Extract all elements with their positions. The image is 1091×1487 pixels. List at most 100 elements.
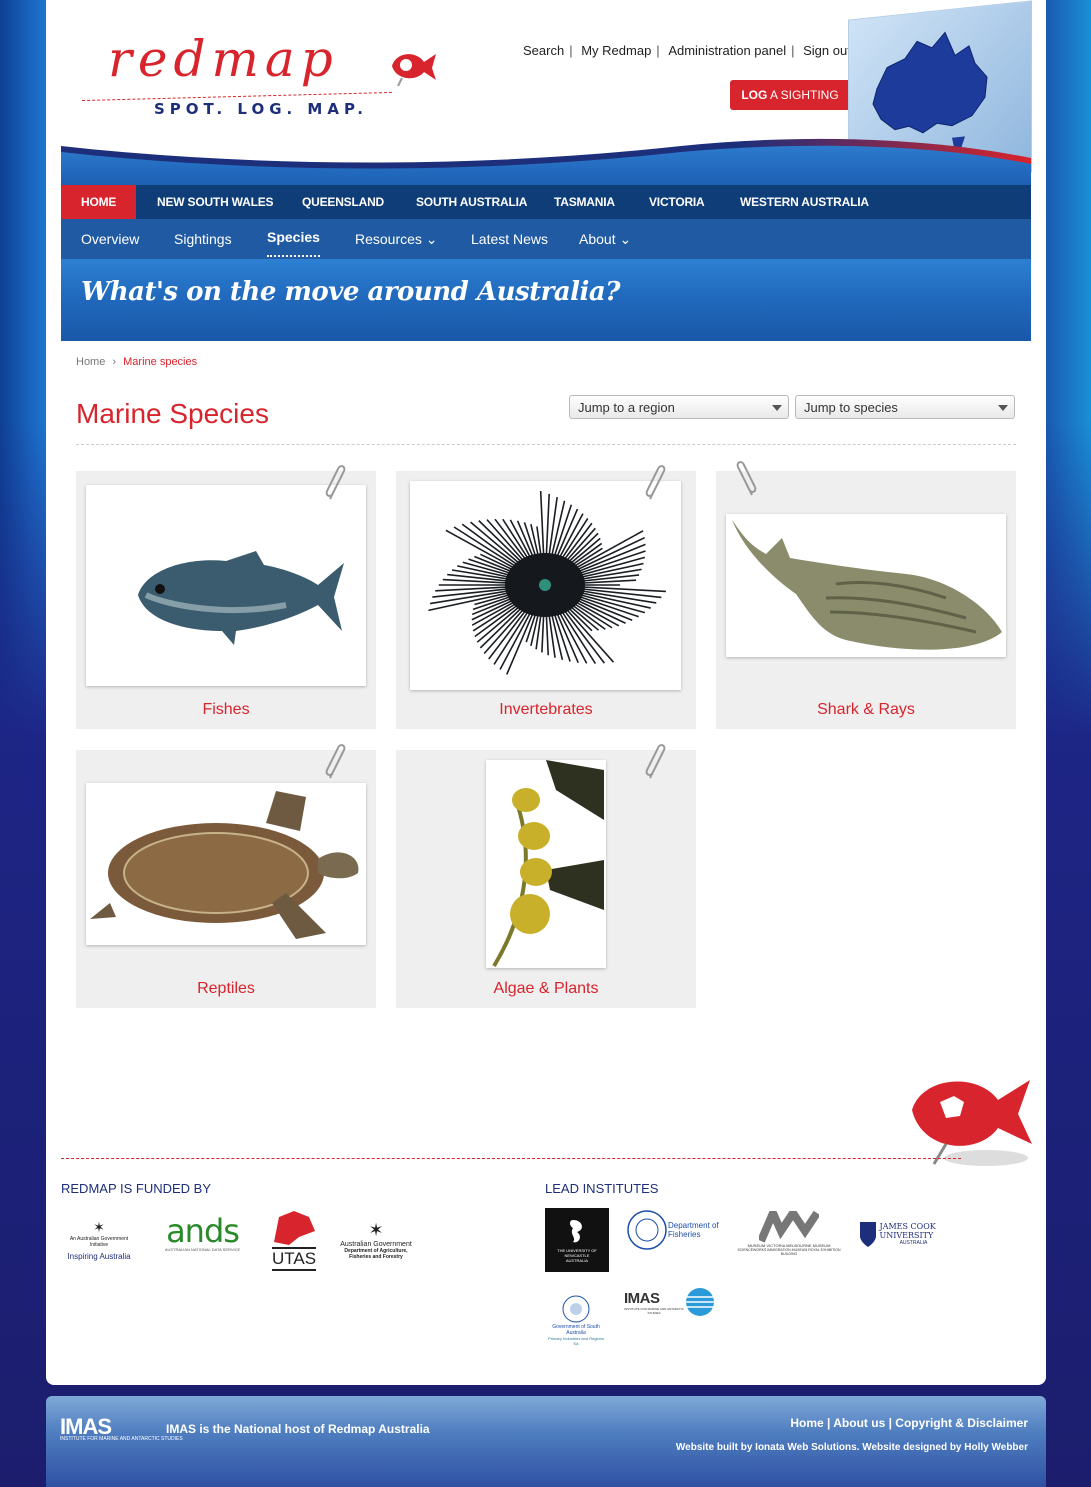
category-label: Algae & Plants <box>493 980 599 997</box>
kelp-image <box>486 760 606 968</box>
institute-logo-museum-victoria[interactable]: MUSEUM VICTORIA MELBOURNE MUSEUM SCIENCE… <box>736 1208 842 1258</box>
page-title: Marine Species <box>76 398 269 429</box>
footer-credits: Website built by Ionata Web Solutions. W… <box>675 1442 1028 1453</box>
funder-name: Australian Government <box>340 1241 412 1248</box>
footer-links: Home | About us | Copyright & Disclaimer <box>790 1416 1028 1430</box>
category-label: Shark & Rays <box>817 701 915 718</box>
funder-logo-inspiring-australia[interactable]: ✶ An Australian Government Initiative In… <box>61 1210 137 1270</box>
category-card-fishes[interactable]: Fishes <box>76 465 376 729</box>
paperclip-icon <box>325 744 346 779</box>
footer-divider <box>61 1158 961 1159</box>
region-select[interactable]: Jump to a region <box>569 395 789 419</box>
log-sighting-button[interactable]: LOG A SIGHTING <box>730 80 850 110</box>
breadcrumb-separator: › <box>112 356 117 368</box>
jcu-shield-icon <box>859 1222 876 1247</box>
institute-name: IMAS <box>624 1289 660 1307</box>
log-sighting-bold: LOG <box>741 88 768 102</box>
institute-logo-fisheries[interactable]: Department of Fisheries <box>622 1208 728 1252</box>
museum-victoria-icon <box>759 1210 819 1243</box>
institute-name: JAMES COOK UNIVERSITY <box>879 1222 936 1240</box>
species-select[interactable]: Jump to species <box>795 395 1015 419</box>
footer-host-text: IMAS is the National host of Redmap Aust… <box>166 1422 430 1436</box>
footer-copyright-link[interactable]: Copyright & Disclaimer <box>895 1416 1028 1430</box>
category-card-algae-plants[interactable]: Algae & Plants <box>396 744 696 1008</box>
top-links: Search | My Redmap | Administration panel |… <box>518 43 856 58</box>
chevron-down-icon <box>772 405 782 411</box>
category-card-invertebrates[interactable]: Invertebrates <box>396 465 696 729</box>
nav-latest-news[interactable]: Latest News <box>471 219 548 259</box>
fish-image <box>86 485 366 686</box>
sea-urchin-image <box>410 481 681 690</box>
breadcrumb-home[interactable]: Home <box>76 356 105 368</box>
imas-globe-icon <box>686 1288 714 1316</box>
category-label: Invertebrates <box>499 701 593 718</box>
funder-sub: AUSTRALIAN NATIONAL DATA SERVICE <box>164 1246 241 1252</box>
institute-logo-imas[interactable]: IMAS INSTITUTE FOR MARINE AND ANTARCTIC … <box>620 1286 720 1318</box>
divider <box>76 444 1016 445</box>
paperclip-icon <box>736 461 757 496</box>
admin-panel-link[interactable]: Administration panel <box>663 43 791 58</box>
institute-sub: AUSTRALIA <box>565 1257 589 1263</box>
funder-logo-australian-government[interactable]: ✶ Australian Government Department of Ag… <box>336 1210 416 1270</box>
institute-logo-pirsa[interactable]: Government of South Australia Primary In… <box>545 1286 607 1354</box>
seal-icon <box>627 1210 667 1250</box>
header-wave <box>61 138 1031 186</box>
redmap-logo[interactable]: redmap SPOT. LOG. MAP. <box>80 30 440 126</box>
banner: What's on the move around Australia? <box>61 259 1031 341</box>
seahorse-icon <box>570 1219 582 1242</box>
institute-sub: AUSTRALIA <box>899 1240 928 1246</box>
funder-name: UTAS <box>271 1247 317 1271</box>
ray-image <box>726 514 1006 657</box>
nav-species[interactable]: Species <box>267 219 320 257</box>
fish-pin-icon <box>392 54 436 86</box>
institute-sub: SCIENCEWORKS IMMIGRATION MUSEUM ROYAL EX… <box>737 1247 841 1256</box>
logo-tagline: SPOT. LOG. MAP. <box>154 100 368 118</box>
nav-south-australia[interactable]: SOUTH AUSTRALIA <box>416 185 527 219</box>
lion-icon <box>274 1211 315 1245</box>
category-card-reptiles[interactable]: Reptiles <box>76 744 376 1008</box>
secondary-nav: Overview Sightings Species Resources ⌄ L… <box>61 219 1031 259</box>
institute-name: Department of Fisheries <box>668 1221 719 1239</box>
nav-overview[interactable]: Overview <box>81 219 139 259</box>
funder-sub: Inspiring Australia <box>67 1252 131 1261</box>
paperclip-icon <box>645 744 666 779</box>
nav-victoria[interactable]: VICTORIA <box>649 185 705 219</box>
footer-about-link[interactable]: About us <box>833 1416 885 1430</box>
footer-home-link[interactable]: Home <box>790 1416 823 1430</box>
nav-new-south-wales[interactable]: NEW SOUTH WALES <box>157 185 274 219</box>
nav-home[interactable]: HOME <box>61 185 137 219</box>
nav-sightings[interactable]: Sightings <box>174 219 232 259</box>
nav-about[interactable]: About ⌄ <box>579 219 631 259</box>
my-redmap-link[interactable]: My Redmap <box>576 43 656 58</box>
category-label: Fishes <box>202 701 250 718</box>
paperclip-icon <box>325 465 346 500</box>
banner-text: What's on the move around Australia? <box>81 277 621 307</box>
nav-western-australia[interactable]: WESTERN AUSTRALIA <box>740 185 869 219</box>
nav-tasmania[interactable]: TASMANIA <box>554 185 615 219</box>
funders-heading: REDMAP IS FUNDED BY <box>61 1181 212 1196</box>
crest-icon: ✶ <box>368 1220 384 1240</box>
chevron-down-icon <box>998 405 1008 411</box>
region-select-value: Jump to a region <box>578 400 675 415</box>
crest-icon: ✶ <box>93 1219 105 1235</box>
primary-nav: HOME NEW SOUTH WALES QUEENSLAND SOUTH AU… <box>61 185 1031 219</box>
paperclip-icon <box>645 465 666 500</box>
logo-wordmark: redmap <box>108 30 339 88</box>
category-card-shark-rays[interactable]: Shark & Rays <box>716 461 1016 729</box>
separator: | <box>569 43 573 58</box>
institute-sub: Primary Industries and Regions SA <box>548 1336 604 1346</box>
separator: | <box>656 43 660 58</box>
institute-logo-jcu[interactable]: JAMES COOK UNIVERSITY AUSTRALIA <box>858 1212 948 1256</box>
breadcrumb: Home › Marine species <box>76 356 197 368</box>
search-link[interactable]: Search <box>518 43 569 58</box>
nav-queensland[interactable]: QUEENSLAND <box>302 185 384 219</box>
fish-pin-icon <box>912 1080 1032 1166</box>
breadcrumb-current: Marine species <box>123 356 198 368</box>
site-footer: IMAS INSTITUTE FOR MARINE AND ANTARCTIC … <box>46 1396 1046 1487</box>
institute-logo-newcastle[interactable]: THE UNIVERSITY OF NEWCASTLE AUSTRALIA <box>545 1208 609 1272</box>
funder-logo-utas[interactable]: UTAS <box>266 1206 322 1272</box>
funder-sub: Department of Agriculture, Fisheries and… <box>344 1248 408 1260</box>
footer-imas-sub: INSTITUTE FOR MARINE AND ANTARCTIC STUDI… <box>60 1436 183 1442</box>
nav-resources[interactable]: Resources ⌄ <box>355 219 438 259</box>
funder-logo-ands[interactable]: ands AUSTRALIAN NATIONAL DATA SERVICE <box>155 1208 250 1258</box>
